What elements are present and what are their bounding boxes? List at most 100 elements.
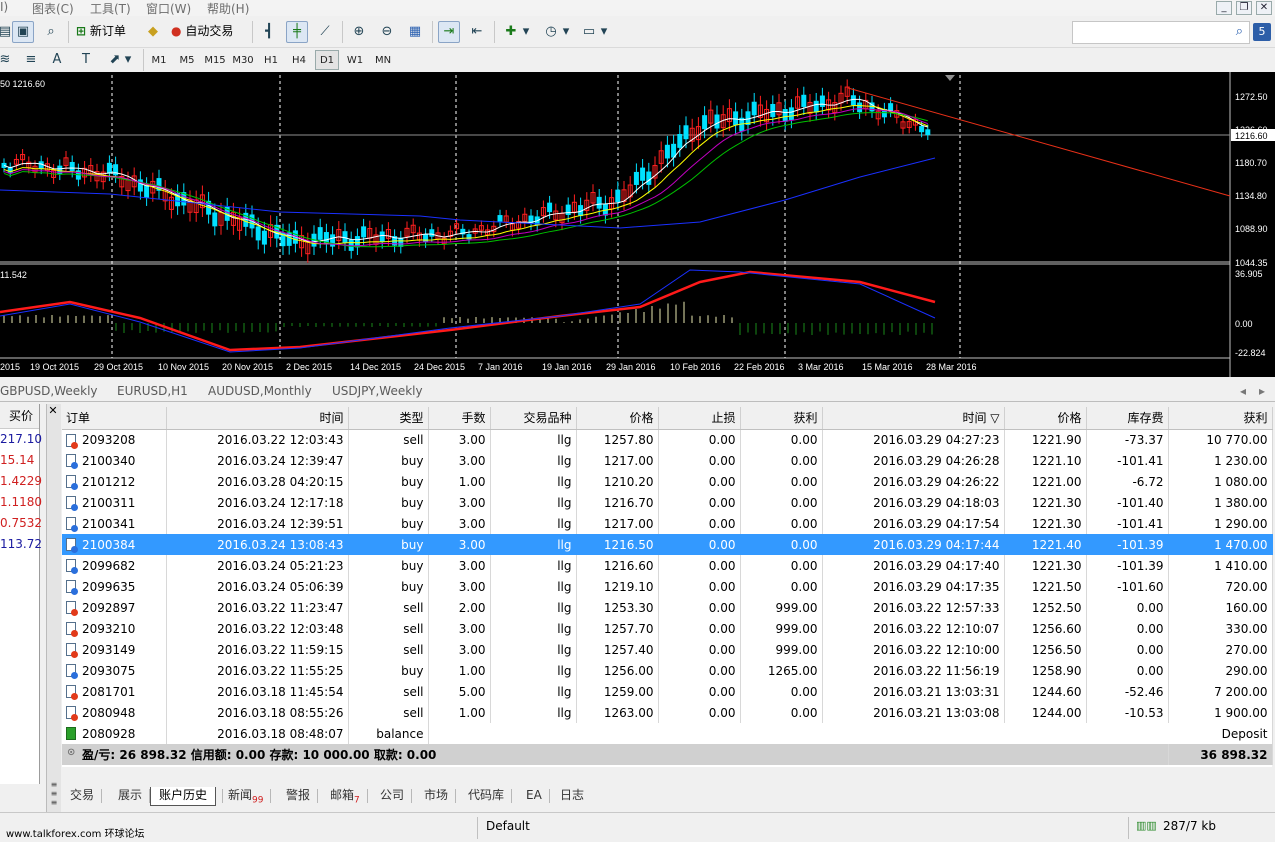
tab-terminal-4[interactable]: 警报 — [286, 787, 319, 806]
indicators-icon[interactable]: ✚ — [500, 21, 522, 43]
tab-terminal-2[interactable]: 账户历史 — [150, 787, 224, 806]
chevron-down-icon[interactable]: ▾ — [560, 21, 572, 43]
tab-chart-eurusd[interactable]: EURUSD,H1 — [117, 384, 188, 398]
mql5-community-icon[interactable]: 5 — [1253, 23, 1271, 41]
menu-item-file[interactable]: I) — [0, 0, 8, 14]
market-watch-icon[interactable]: ▣ — [12, 21, 34, 43]
table-row[interactable]: 2100340 2016.03.24 12:39:47 buy 3.00 llg 1217… — [62, 450, 1273, 471]
table-row[interactable]: 2100384 2016.03.24 13:08:43 buy 3.00 llg 1216… — [62, 534, 1273, 555]
table-row[interactable]: 2093075 2016.03.22 11:55:25 buy 1.00 llg 1256… — [62, 660, 1273, 681]
zoom-out-icon[interactable]: ⊖ — [376, 21, 398, 43]
tab-chart-gbpusd[interactable]: GBPUSD,Weekly — [0, 384, 98, 398]
chevron-down-icon[interactable]: ▾ — [520, 21, 532, 43]
table-row[interactable]: 2101212 2016.03.28 04:20:15 buy 1.00 llg 1210… — [62, 471, 1273, 492]
tab-terminal-9[interactable]: EA — [526, 787, 550, 806]
column-header[interactable]: 止损 — [658, 407, 741, 430]
tab-terminal-10[interactable]: 日志 — [560, 787, 584, 806]
timeframe-m5-button[interactable]: M5 — [175, 50, 199, 70]
chevron-down-icon[interactable]: ▾ — [122, 49, 134, 71]
table-row[interactable]: 2093208 2016.03.22 12:03:43 sell 3.00 llg 125… — [62, 429, 1273, 450]
column-header[interactable]: 价格 — [1004, 407, 1087, 430]
text-box-tool[interactable]: T — [75, 49, 97, 71]
tab-terminal-3[interactable]: 新闻99 — [228, 787, 272, 806]
search-icon[interactable]: ⌕ — [1236, 24, 1243, 39]
price-chart[interactable]: 1272.501226.601216.601180.701134.801088.… — [0, 72, 1275, 377]
periods-clock-icon[interactable]: ◷ — [540, 21, 562, 43]
text-label-tool[interactable]: A — [46, 49, 68, 71]
line-chart-icon[interactable]: ⟋ — [314, 21, 336, 43]
table-row[interactable]: 2080948 2016.03.18 08:55:26 sell 1.00 llg 126… — [62, 702, 1273, 723]
restore-icon[interactable]: ❐ — [1236, 1, 1252, 15]
tile-windows-icon[interactable]: ▦ — [404, 21, 426, 43]
terminal-dock-bar[interactable]: ≡ ≡ ≡ — [46, 404, 61, 812]
column-header[interactable]: 交易品种 — [490, 407, 577, 430]
bid-price-cell[interactable]: 217.10 — [0, 429, 42, 450]
table-row[interactable]: 2081701 2016.03.18 11:45:54 sell 5.00 llg 125… — [62, 681, 1273, 702]
timeframe-m15-button[interactable]: M15 — [203, 50, 227, 70]
tab-label: 账户历史 — [159, 788, 208, 802]
templates-icon[interactable]: ▭ — [578, 21, 600, 43]
tab-chart-usdjpy[interactable]: USDJPY,Weekly — [332, 384, 423, 398]
bid-price-cell[interactable]: 1.4229 — [0, 471, 42, 492]
tab-chart-audusd[interactable]: AUDUSD,Monthly — [208, 384, 312, 398]
column-header[interactable]: 获利 — [740, 407, 823, 430]
column-header[interactable]: 价格 — [576, 407, 659, 430]
bid-price-cell[interactable]: 0.7532 — [0, 513, 42, 534]
strategy-tester-icon[interactable]: ◆ — [142, 21, 164, 43]
tab-scroll-right-icon[interactable]: ▸ — [1259, 384, 1265, 398]
column-header[interactable]: 获利 — [1168, 407, 1273, 430]
table-row[interactable]: 2093149 2016.03.22 11:59:15 sell 3.00 llg 125… — [62, 639, 1273, 660]
tab-terminal-5[interactable]: 邮箱7 — [330, 787, 368, 806]
timeframe-w1-button[interactable]: W1 — [343, 50, 367, 70]
table-row[interactable]: 2099682 2016.03.24 05:21:23 buy 3.00 llg 1216… — [62, 555, 1273, 576]
bid-price-cell[interactable]: 113.72 — [0, 534, 42, 555]
tab-terminal-7[interactable]: 市场 — [424, 787, 457, 806]
menu-item-window[interactable]: 窗口(W) — [146, 0, 191, 17]
chart-shift-icon[interactable]: ⇤ — [466, 21, 488, 43]
new-order-button[interactable]: ⊞ 新订单 — [76, 20, 126, 44]
table-row[interactable]: 2099635 2016.03.24 05:06:39 buy 3.00 llg 1219… — [62, 576, 1273, 597]
table-row[interactable]: 2093210 2016.03.22 12:03:48 sell 3.00 llg 125… — [62, 618, 1273, 639]
auto-scroll-icon[interactable]: ⇥ — [438, 21, 460, 43]
fibonacci-icon[interactable]: ≡ — [20, 49, 42, 71]
column-header[interactable]: 库存费 — [1086, 407, 1169, 430]
tab-terminal-8[interactable]: 代码库 — [468, 787, 513, 806]
search-input[interactable]: ⌕ — [1072, 21, 1250, 44]
timeframe-m1-button[interactable]: M1 — [147, 50, 171, 70]
bid-price-cell[interactable]: 1.1180 — [0, 492, 42, 513]
column-header[interactable]: 手数 — [428, 407, 491, 430]
bid-price-cell[interactable]: 15.14 — [0, 450, 39, 471]
table-row[interactable]: 2092897 2016.03.22 11:23:47 sell 2.00 llg 125… — [62, 597, 1273, 618]
tab-terminal-1[interactable]: 展示 — [118, 787, 151, 806]
tab-terminal-0[interactable]: 交易 — [70, 787, 103, 806]
column-header[interactable]: 类型 — [348, 407, 429, 430]
menu-item-help[interactable]: 帮助(H) — [207, 0, 249, 17]
timeframe-h4-button[interactable]: H4 — [287, 50, 311, 70]
zoom-in-icon[interactable]: ⊕ — [348, 21, 370, 43]
order-number: 2093210 — [82, 621, 136, 636]
balance-row[interactable]: 2080928 2016.03.18 08:48:07 balance Deposit… — [62, 723, 1273, 744]
bar-chart-icon[interactable]: ┫ — [258, 21, 280, 43]
equidistant-channel-icon[interactable]: ≋ — [0, 49, 16, 71]
column-header[interactable]: 时间 — [166, 407, 349, 430]
terminal-close-icon[interactable]: ✕ — [46, 404, 60, 418]
column-header[interactable]: 订单 — [62, 407, 167, 430]
menu-item-tools[interactable]: 工具(T) — [90, 0, 131, 17]
data-window-icon[interactable]: ⌕ — [40, 21, 62, 43]
close-icon[interactable]: ✕ — [1256, 1, 1272, 15]
minimize-icon[interactable]: _ — [1216, 1, 1232, 15]
timeframe-m30-button[interactable]: M30 — [231, 50, 255, 70]
table-cell: 1221.40 — [1004, 534, 1087, 555]
chevron-down-icon[interactable]: ▾ — [598, 21, 610, 43]
table-row[interactable]: 2100311 2016.03.24 12:17:18 buy 3.00 llg 1216… — [62, 492, 1273, 513]
tab-scroll-left-icon[interactable]: ◂ — [1240, 384, 1246, 398]
tab-terminal-6[interactable]: 公司 — [380, 787, 413, 806]
menu-item-charts[interactable]: 图表(C) — [32, 0, 74, 17]
auto-trading-button[interactable]: ● 自动交易 — [171, 20, 233, 44]
timeframe-d1-button[interactable]: D1 — [315, 50, 339, 70]
table-row[interactable]: 2100341 2016.03.24 12:39:51 buy 3.00 llg 1217… — [62, 513, 1273, 534]
candlestick-icon[interactable]: ╪ — [286, 21, 308, 43]
timeframe-h1-button[interactable]: H1 — [259, 50, 283, 70]
timeframe-mn-button[interactable]: MN — [371, 50, 395, 70]
column-header[interactable]: 时间 ▽ — [822, 407, 1005, 430]
